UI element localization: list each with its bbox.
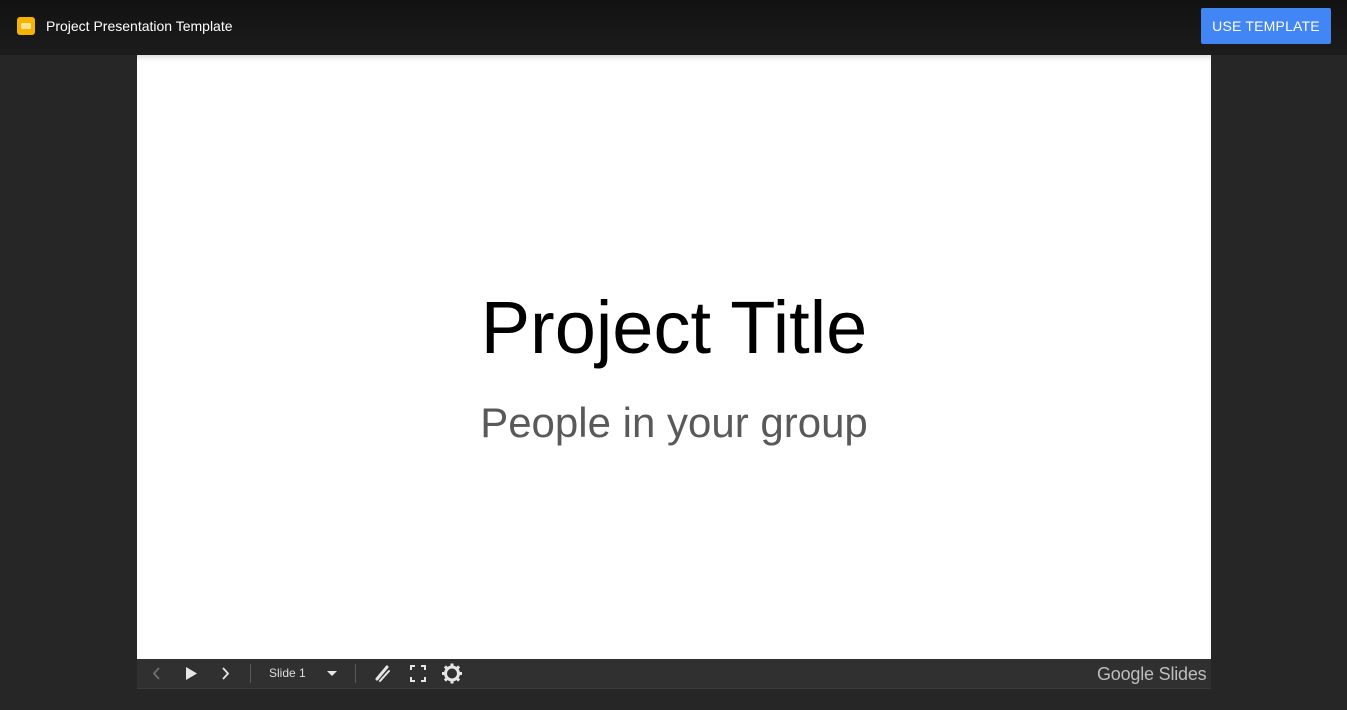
play-icon[interactable] [182,659,200,688]
slide-selector[interactable]: Slide 1 [257,659,349,688]
caret-down-icon [325,659,339,688]
document-title: Project Presentation Template [46,18,233,34]
chevron-left-icon[interactable] [148,659,166,688]
separator [355,664,356,683]
laser-pointer-icon[interactable] [374,659,392,688]
fullscreen-icon[interactable] [409,659,427,688]
slide-canvas[interactable]: Project Title People in your group [137,55,1211,659]
use-template-button[interactable]: USE TEMPLATE [1201,8,1331,44]
slide-title: Project Title [480,286,868,369]
google-slides-logo[interactable]: Google Slides [1097,664,1207,684]
google-slides-icon [17,17,35,35]
slide-selector-value: Slide 1 [269,666,306,680]
slide-subtitle: People in your group [480,399,868,446]
presentation-controls: Slide 1 Google Slides [137,659,1211,688]
gear-icon[interactable] [442,659,462,688]
chevron-right-icon[interactable] [216,659,234,688]
top-bar: Project Presentation Template USE TEMPLA… [0,0,1347,55]
separator [250,664,251,683]
